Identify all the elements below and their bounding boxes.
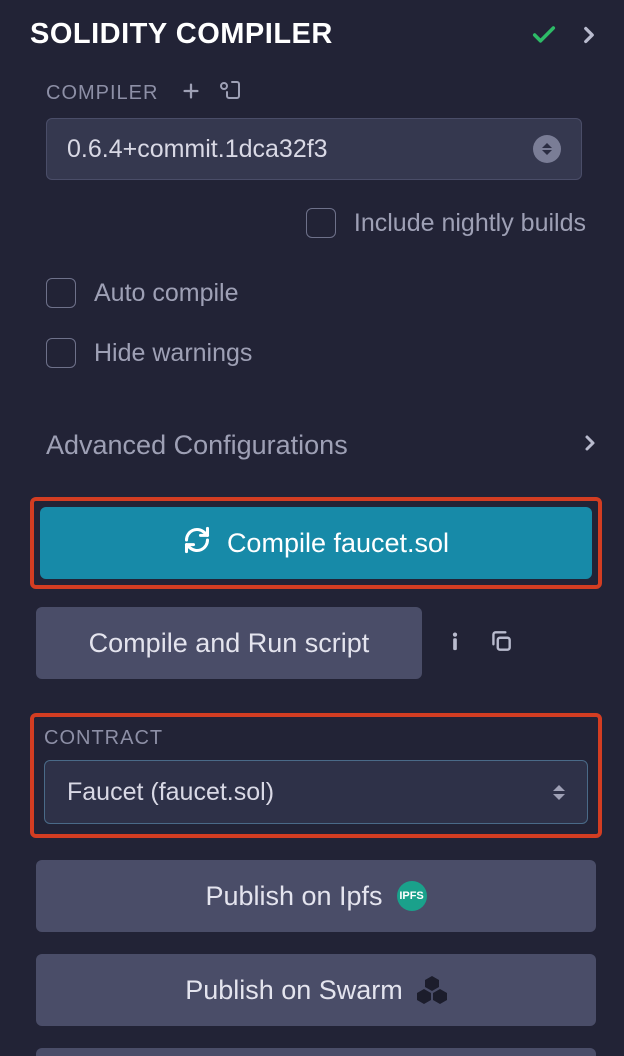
ipfs-icon: IPFS — [397, 881, 427, 911]
hide-warnings-label: Hide warnings — [94, 339, 252, 368]
panel-header: SOLIDITY COMPILER — [30, 18, 602, 51]
compile-run-button[interactable]: Compile and Run script — [36, 607, 422, 679]
info-icon[interactable] — [444, 627, 466, 660]
panel-title: SOLIDITY COMPILER — [30, 18, 512, 51]
publish-ipfs-button[interactable]: Publish on Ipfs IPFS — [36, 860, 596, 932]
swarm-icon — [417, 976, 447, 1004]
auto-compile-checkbox[interactable] — [46, 278, 76, 308]
compile-run-label: Compile and Run script — [89, 628, 370, 659]
chevron-right-icon[interactable] — [576, 22, 602, 48]
compile-button[interactable]: Compile faucet.sol — [40, 507, 592, 579]
contract-highlight: CONTRACT Faucet (faucet.sol) — [30, 713, 602, 838]
compile-button-label: Compile faucet.sol — [227, 528, 449, 559]
sort-icon — [553, 785, 565, 800]
select-knob-icon — [533, 135, 561, 163]
publish-ipfs-label: Publish on Ipfs — [205, 881, 382, 912]
compilation-details-button[interactable]: Compilation Details — [36, 1048, 596, 1056]
publish-swarm-button[interactable]: Publish on Swarm — [36, 954, 596, 1026]
plus-icon[interactable] — [180, 80, 202, 107]
nightly-checkbox[interactable] — [306, 208, 336, 238]
compiler-version-select[interactable]: 0.6.4+commit.1dca32f3 — [46, 118, 582, 180]
contract-section-label: CONTRACT — [44, 727, 588, 750]
copy-icon[interactable] — [488, 628, 514, 659]
compiler-section-label: COMPILER — [46, 82, 158, 105]
publish-swarm-label: Publish on Swarm — [185, 975, 403, 1006]
file-link-icon[interactable] — [218, 79, 242, 108]
compiler-version-value: 0.6.4+commit.1dca32f3 — [67, 135, 328, 164]
refresh-icon — [183, 526, 211, 561]
compilation-details-label: Compilation Details — [200, 1053, 433, 1056]
hide-warnings-checkbox[interactable] — [46, 338, 76, 368]
chevron-right-icon — [578, 431, 602, 460]
nightly-label: Include nightly builds — [354, 209, 586, 238]
advanced-config-row[interactable]: Advanced Configurations — [30, 430, 602, 461]
advanced-config-label: Advanced Configurations — [46, 430, 348, 461]
check-icon[interactable] — [530, 21, 558, 49]
compile-highlight: Compile faucet.sol — [30, 497, 602, 589]
contract-select-value: Faucet (faucet.sol) — [67, 778, 274, 807]
contract-select[interactable]: Faucet (faucet.sol) — [44, 760, 588, 824]
auto-compile-label: Auto compile — [94, 279, 239, 308]
